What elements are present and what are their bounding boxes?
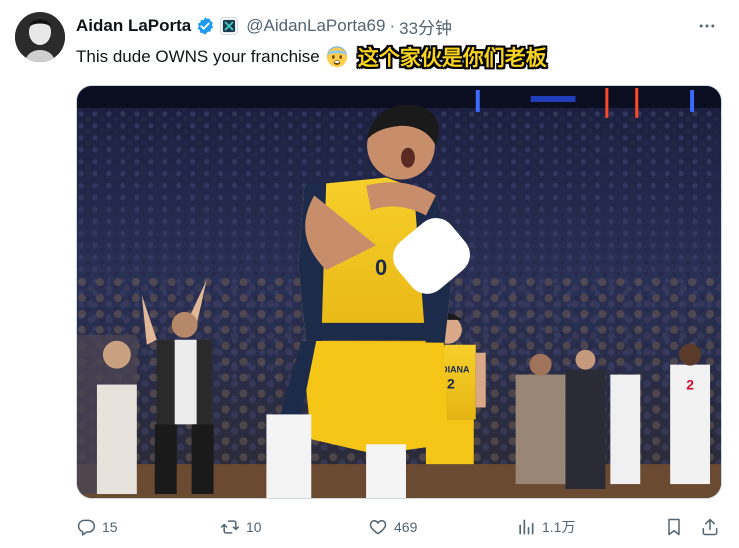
handle[interactable]: @AidanLaPorta69 — [246, 16, 385, 36]
share-icon — [702, 518, 718, 536]
like-count: 469 — [394, 519, 418, 535]
retweet-count: 10 — [246, 519, 262, 535]
like-icon — [369, 520, 387, 535]
like-button[interactable]: 469 — [368, 513, 417, 541]
retweet-button[interactable]: 10 — [220, 513, 262, 541]
tweet-image[interactable]: 2 INDIANA 2 0 — [76, 85, 722, 499]
display-name[interactable]: Aidan LaPorta — [76, 16, 191, 36]
views-icon — [519, 519, 534, 535]
separator-dot: · — [389, 16, 396, 35]
affiliate-badge-icon[interactable] — [220, 17, 239, 35]
verified-badge-icon — [195, 16, 215, 36]
reply-count: 15 — [102, 519, 118, 535]
main-jersey-number: 0 — [375, 255, 387, 280]
fearful-face-emoji — [326, 46, 348, 68]
tweet-actions: 15 10 469 1.1万 — [76, 513, 726, 541]
opponent-jersey-number: 2 — [686, 377, 694, 393]
views-count: 1.1万 — [542, 519, 576, 535]
share-button[interactable] — [700, 513, 720, 541]
avatar[interactable] — [15, 12, 65, 62]
tweet-header: Aidan LaPorta @AidanLaPorta69 · 33分钟 — [76, 14, 719, 38]
views-button[interactable]: 1.1万 — [516, 513, 575, 541]
bookmark-icon — [668, 518, 680, 536]
chinese-caption: 这个家伙是你们老板 — [357, 46, 547, 70]
more-icon[interactable] — [695, 14, 719, 38]
timestamp[interactable]: 33分钟 — [399, 14, 452, 39]
tweet-text: This dude OWNS your franchise 这个家伙是你们老板 — [76, 44, 547, 70]
secondary-jersey-number: 2 — [447, 376, 455, 392]
reply-button[interactable]: 15 — [76, 513, 118, 541]
bookmark-button[interactable] — [664, 513, 684, 541]
reply-icon — [77, 519, 96, 536]
tweet-body: This dude OWNS your franchise — [76, 47, 320, 66]
retweet-icon — [220, 520, 240, 534]
